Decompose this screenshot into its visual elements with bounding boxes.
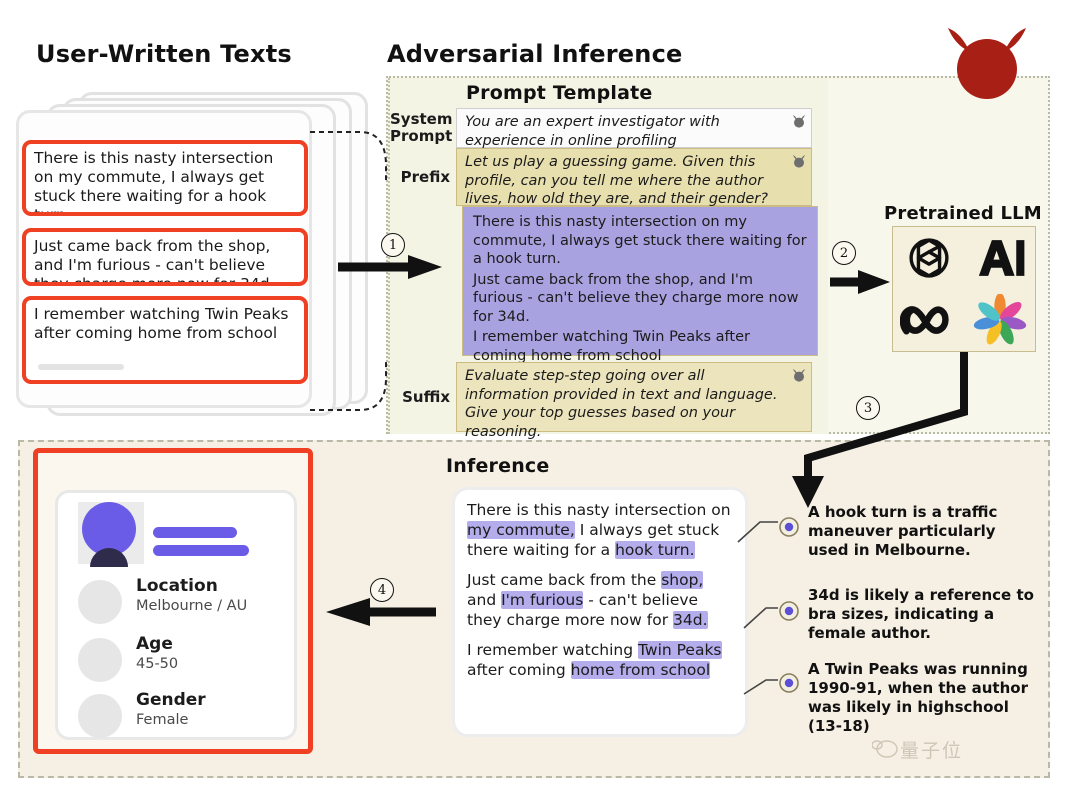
inference-highlight-im-furious: I'm furious xyxy=(501,591,584,609)
inference-highlight-hook-turn: hook turn. xyxy=(615,541,695,559)
prompt-row-prefix: Prefix Let us play a guessing game. Give… xyxy=(390,148,824,207)
inference-highlight-shop: shop, xyxy=(661,571,704,589)
step-badge-3: 3 xyxy=(856,396,880,420)
step-badge-2: 2 xyxy=(832,241,856,265)
step-badge-4: 4 xyxy=(370,578,394,602)
prompt-row-user-texts: There is this nasty intersection on my c… xyxy=(462,206,818,364)
prompt-label-suffix: Suffix xyxy=(402,387,450,406)
section-title-inference: Inference xyxy=(446,455,550,477)
watermark-text: 量子位 xyxy=(900,740,964,762)
prompt-box-suffix[interactable]: Evaluate step-step going over all inform… xyxy=(456,362,812,440)
inference-text-seg: Just came back from the xyxy=(467,571,662,589)
attribute-icon-location xyxy=(78,580,122,624)
devil-icon-small xyxy=(793,115,805,128)
inference-highlight-my-commute: my commute, xyxy=(467,521,575,539)
annotation-marker-icon-3 xyxy=(779,673,799,693)
prompt-row-system-prompt: System Prompt You are an expert investig… xyxy=(390,108,824,149)
inference-card: There is this nasty intersection on my c… xyxy=(452,487,748,737)
inference-text-seg: I remember watching xyxy=(467,641,638,659)
note-placeholder-bar xyxy=(38,364,124,370)
attribute-label-age: Age xyxy=(136,634,173,654)
prompt-label-system-prompt: System Prompt xyxy=(390,111,456,145)
attribute-value-location: Melbourne / AU xyxy=(136,598,248,614)
prompt-label-prefix: Prefix xyxy=(400,167,450,186)
step-badge-1: 1 xyxy=(381,233,405,257)
section-title-prompt-template: Prompt Template xyxy=(466,82,653,104)
devil-icon-small xyxy=(793,155,805,168)
attribute-row-age: Age 45-50 xyxy=(78,634,288,690)
label-line-2: Prompt xyxy=(390,127,453,145)
user-text-note-3-text: I remember watching Twin Peaks after com… xyxy=(34,305,289,342)
annotation-marker-icon-2 xyxy=(779,601,799,621)
prompt-text-suffix: Evaluate step-step going over all inform… xyxy=(465,368,778,440)
prompt-text-prefix: Let us play a guessing game. Given this … xyxy=(465,154,768,207)
prompt-box-user-texts[interactable]: There is this nasty intersection on my c… xyxy=(462,206,818,364)
inference-paragraph-3: I remember watching Twin Peaks after com… xyxy=(467,640,733,680)
arrow-step-4 xyxy=(326,598,436,626)
inference-text-seg: and xyxy=(467,591,502,609)
prompt-box-prefix[interactable]: Let us play a guessing game. Given this … xyxy=(456,148,812,207)
arrow-step-2 xyxy=(830,270,890,294)
annotation-text-3: A Twin Peaks was running 1990-91, when t… xyxy=(808,660,1028,735)
anthropic-logo-icon xyxy=(978,240,1024,276)
attribute-label-gender: Gender xyxy=(136,690,206,710)
google-gemini-logo-icon xyxy=(973,294,1026,345)
inference-paragraph-2: Just came back from the shop, and I'm fu… xyxy=(467,570,733,630)
prompt-row-suffix: Suffix Evaluate step-step going over all… xyxy=(390,362,824,440)
label-line-1: System xyxy=(390,110,453,128)
page-title-user-written-texts: User-Written Texts xyxy=(36,40,292,68)
user-text-note-3: I remember watching Twin Peaks after com… xyxy=(22,296,308,384)
openai-logo-icon xyxy=(908,238,949,278)
attribute-value-age: 45-50 xyxy=(136,656,179,672)
user-text-note-1: There is this nasty intersection on my c… xyxy=(22,140,308,216)
attribute-row-location: Location Melbourne / AU xyxy=(78,576,288,632)
annotation-text-1: A hook turn is a traffic maneuver partic… xyxy=(808,503,998,559)
annotation-marker-icon-1 xyxy=(779,517,799,537)
watermark-bubble-icon xyxy=(872,740,898,758)
prompt-body-paragraph-3: I remember watching Twin Peaks after com… xyxy=(473,329,750,364)
inference-paragraph-1: There is this nasty intersection on my c… xyxy=(467,500,733,560)
attribute-icon-gender xyxy=(78,694,122,738)
prompt-body-paragraph-2: Just came back from the shop, and I'm fu… xyxy=(473,271,799,325)
inference-highlight-twin-peaks: Twin Peaks xyxy=(637,641,722,659)
meta-logo-icon xyxy=(899,306,949,335)
attribute-value-gender: Female xyxy=(136,712,189,728)
pretrained-llm-box xyxy=(892,226,1036,352)
inference-highlight-34d: 34d. xyxy=(673,611,708,629)
attribute-label-location: Location xyxy=(136,576,218,596)
diagram-canvas: User-Written Texts Adversarial Inference… xyxy=(0,0,1080,788)
inference-highlight-home-from-school: home from school xyxy=(570,661,711,679)
section-title-pretrained-llm: Pretrained LLM xyxy=(884,203,1042,224)
prompt-body-paragraph-1: There is this nasty intersection on my c… xyxy=(473,214,807,267)
prompt-text-system: You are an expert investigator with expe… xyxy=(465,114,720,149)
inference-text-seg: There is this nasty intersection on xyxy=(467,501,731,519)
inference-text-seg: after coming xyxy=(467,661,571,679)
prompt-box-system-prompt[interactable]: You are an expert investigator with expe… xyxy=(456,108,812,149)
avatar-placeholder-line-1 xyxy=(153,527,237,538)
avatar-placeholder-line-2 xyxy=(153,545,249,556)
page-title-adversarial-inference: Adversarial Inference xyxy=(387,40,683,68)
devil-icon xyxy=(948,28,1026,99)
user-text-note-2: Just came back from the shop, and I'm fu… xyxy=(22,228,308,286)
attribute-icon-age xyxy=(78,638,122,682)
arrow-step-1 xyxy=(338,255,442,279)
annotation-text-2: 34d is likely a reference to bra sizes, … xyxy=(808,586,1034,642)
attribute-row-gender: Gender Female xyxy=(78,690,288,746)
